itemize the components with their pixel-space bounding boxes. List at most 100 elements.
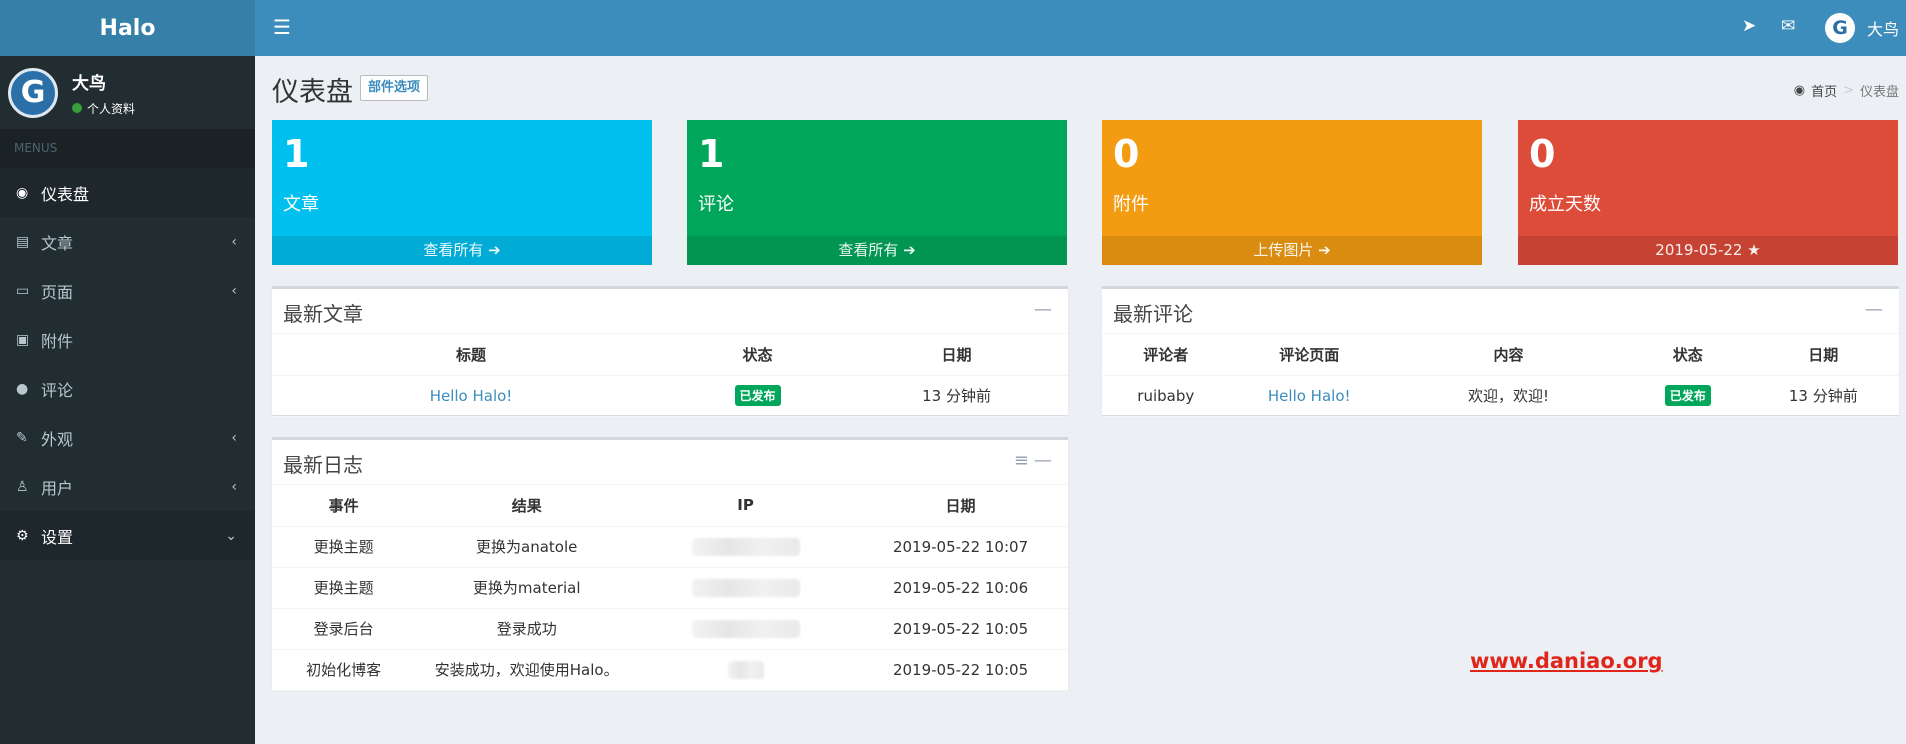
latest-comments-box: 最新评论 — 评论者 评论页面 内容 状态 日期 ruibaby Hello H… <box>1102 286 1899 417</box>
sidebar-item-label: 设置 <box>41 527 74 547</box>
column-header: 标题 <box>272 334 670 376</box>
stat-value: 0 <box>1529 132 1556 176</box>
latest-comments-table: 评论者 评论页面 内容 状态 日期 ruibaby Hello Halo! 欢迎… <box>1102 334 1899 417</box>
comment-content: 欢迎，欢迎! <box>1388 375 1628 417</box>
desktop-icon: ▭ <box>16 282 30 299</box>
online-status-icon <box>72 103 82 113</box>
table-row: 登录后台 登录成功 2019-05-22 10:05 <box>272 608 1068 650</box>
log-date: 2019-05-22 10:06 <box>853 567 1068 609</box>
brush-icon: ✎ <box>16 429 28 446</box>
stat-footer-link[interactable]: 查看所有 ➔ <box>272 236 652 265</box>
dashboard-icon: ◉ <box>16 184 29 201</box>
table-row: Hello Halo! 已发布 13 分钟前 <box>272 375 1068 417</box>
sidebar-item-label: 外观 <box>41 429 74 449</box>
ip-redacted <box>691 619 800 638</box>
column-header: 日期 <box>845 334 1068 376</box>
stat-value: 1 <box>283 132 310 176</box>
table-row: 更换主题 更换为material 2019-05-22 10:06 <box>272 567 1068 609</box>
stat-label: 附件 <box>1113 194 1149 215</box>
stat-label: 评论 <box>698 194 734 215</box>
app-logo[interactable]: Halo <box>0 0 255 56</box>
table-row: 更换主题 更换为anatole 2019-05-22 10:07 <box>272 526 1068 568</box>
comment-page-link[interactable]: Hello Halo! <box>1229 375 1389 417</box>
box-title: 最新评论 <box>1113 302 1193 326</box>
user-panel: G 大鸟 个人资料 <box>0 56 255 129</box>
log-result: 更换为material <box>415 567 639 609</box>
sidebar-item-label: 页面 <box>41 282 74 302</box>
stat-footer-link[interactable]: 上传图片 ➔ <box>1102 236 1482 265</box>
stat-box-comments: 1 评论 查看所有 ➔ <box>687 120 1067 265</box>
latest-posts-table: 标题 状态 日期 Hello Halo! 已发布 13 分钟前 <box>272 334 1068 417</box>
chevron-left-icon: ‹ <box>231 233 237 250</box>
sidebar-item[interactable]: ▣ 附件 <box>0 315 255 364</box>
column-header: 状态 <box>1628 334 1748 376</box>
widget-options-button[interactable]: 部件选项 <box>360 75 429 101</box>
column-header: 日期 <box>1747 334 1899 376</box>
column-header: 评论页面 <box>1229 334 1389 376</box>
user-icon: ♙ <box>16 478 29 495</box>
post-title-link[interactable]: Hello Halo! <box>272 375 670 417</box>
collapse-icon[interactable]: — <box>1034 299 1052 320</box>
list-icon[interactable]: ≡ <box>1014 450 1029 471</box>
column-header: IP <box>638 485 854 527</box>
column-header: 结果 <box>415 485 639 527</box>
log-event: 更换主题 <box>272 567 416 609</box>
comment-author: ruibaby <box>1102 375 1230 417</box>
sidebar-item[interactable]: ▤ 文章 ‹ <box>0 217 255 266</box>
navbar-user-name[interactable]: 大鸟 <box>1867 16 1899 40</box>
log-event: 初始化博客 <box>272 649 416 691</box>
collapse-icon[interactable]: — <box>1034 450 1052 471</box>
stat-value: 0 <box>1113 132 1140 176</box>
comment-date: 13 分钟前 <box>1747 375 1899 417</box>
stat-footer-link[interactable]: 查看所有 ➔ <box>687 236 1067 265</box>
sidebar-item-label: 评论 <box>41 380 74 400</box>
log-event: 更换主题 <box>272 526 416 568</box>
ip-redacted <box>691 578 800 597</box>
stat-box-attachments: 0 附件 上传图片 ➔ <box>1102 120 1482 265</box>
menu-header: MENUS <box>0 129 255 168</box>
stat-box-posts: 1 文章 查看所有 ➔ <box>272 120 652 265</box>
log-result: 安装成功，欢迎使用Halo。 <box>415 649 639 691</box>
stat-label: 文章 <box>283 194 319 215</box>
sidebar-item[interactable]: ▭ 页面 ‹ <box>0 266 255 315</box>
navbar-avatar[interactable]: G <box>1825 13 1855 43</box>
log-result: 更换为anatole <box>415 526 639 568</box>
chevron-left-icon: ‹ <box>231 282 237 299</box>
chevron-left-icon: ‹ <box>231 478 237 495</box>
profile-link[interactable]: 个人资料 <box>72 100 135 117</box>
status-badge: 已发布 <box>734 385 781 406</box>
mail-icon[interactable]: ✉ <box>1781 16 1795 36</box>
log-event: 登录后台 <box>272 608 416 650</box>
sidebar-item[interactable]: ⚙ 设置 ⌄ <box>0 511 255 560</box>
stat-value: 1 <box>698 132 725 176</box>
breadcrumb-separator: > <box>1843 83 1854 98</box>
send-icon[interactable]: ➤ <box>1742 16 1756 36</box>
log-date: 2019-05-22 10:07 <box>853 526 1068 568</box>
sidebar-item[interactable]: ♙ 用户 ‹ <box>0 462 255 511</box>
column-header: 日期 <box>853 485 1068 527</box>
comment-icon: ● <box>16 380 29 397</box>
ip-redacted <box>727 660 764 679</box>
column-header: 评论者 <box>1102 334 1230 376</box>
sidebar-menu: ◉ 仪表盘 ▤ 文章 ‹ ▭ 页面 ‹ ▣ 附件 ● 评论 ✎ 外观 ‹ ♙ 用户 ‹ ⚙ 设置 ⌄ <box>0 168 255 560</box>
chevron-down-icon: ⌄ <box>225 527 237 544</box>
sidebar-toggle-icon[interactable]: ☰ <box>273 15 291 39</box>
stat-footer: 2019-05-22 ★ <box>1518 236 1898 265</box>
ip-redacted <box>691 537 800 556</box>
collapse-icon[interactable]: — <box>1865 299 1883 320</box>
column-header: 内容 <box>1388 334 1628 376</box>
breadcrumb-home[interactable]: 首页 <box>1811 81 1837 100</box>
sidebar-item[interactable]: ✎ 外观 ‹ <box>0 413 255 462</box>
page-title: 仪表盘 <box>272 77 353 108</box>
log-date: 2019-05-22 10:05 <box>853 608 1068 650</box>
sidebar-item[interactable]: ● 评论 <box>0 364 255 413</box>
chevron-left-icon: ‹ <box>231 429 237 446</box>
table-row: 初始化博客 安装成功，欢迎使用Halo。 2019-05-22 10:05 <box>272 649 1068 691</box>
table-row: ruibaby Hello Halo! 欢迎，欢迎! 已发布 13 分钟前 <box>1102 375 1899 417</box>
log-result: 登录成功 <box>415 608 639 650</box>
latest-logs-box: 最新日志 ≡ — 事件 结果 IP 日期 更换主题 更换为anatole 201… <box>272 437 1068 691</box>
post-date: 13 分钟前 <box>845 375 1068 417</box>
sidebar-item[interactable]: ◉ 仪表盘 <box>0 168 255 217</box>
breadcrumb: ◉ 首页 > 仪表盘 <box>1794 81 1899 100</box>
sidebar: G 大鸟 个人资料 MENUS ◉ 仪表盘 ▤ 文章 ‹ ▭ 页面 ‹ ▣ 附件 ● 评论 ✎ 外观 ‹ ♙ 用… <box>0 56 255 744</box>
